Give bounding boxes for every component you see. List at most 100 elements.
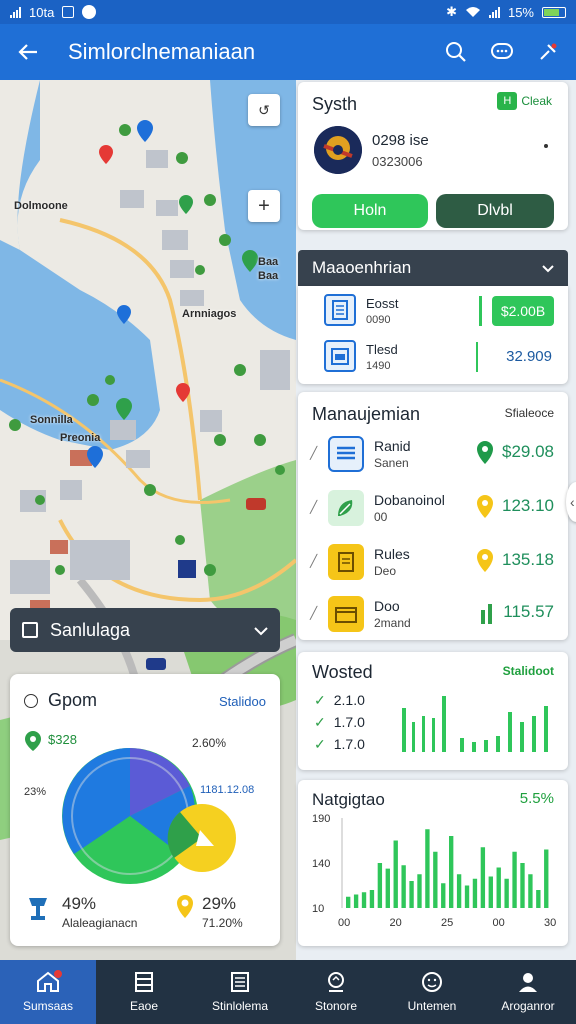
pie-card: Gpom Stalidoo $328 2.60% 23% 1181.12.08 …	[10, 674, 280, 946]
pie-card-link[interactable]: Stalidoo	[219, 694, 266, 709]
x-tick-label: 30	[544, 917, 556, 929]
more-dot[interactable]	[544, 144, 548, 148]
management-row-sub: 2mand	[374, 616, 411, 630]
management-row[interactable]: ╱ Rules Deo 135.18	[298, 536, 568, 588]
pie-label-left: 23%	[24, 786, 47, 798]
clipboard-icon	[328, 544, 364, 580]
bar	[536, 890, 541, 908]
list-doc-icon	[328, 436, 364, 472]
y-tick-label: 190	[312, 813, 330, 825]
bottom-nav-home[interactable]: Sumsaas	[0, 960, 96, 1024]
pie-footer-left-value: 49%	[62, 894, 97, 913]
primary-button[interactable]: Holn	[312, 194, 428, 228]
divider	[476, 342, 478, 372]
messenger-icon	[82, 5, 97, 19]
management-row-value: $29.08	[502, 442, 554, 461]
nav-chart-title: Natgigtao	[312, 790, 385, 809]
compass-button[interactable]: ↺	[248, 94, 280, 126]
wasted-title: Wosted	[312, 662, 373, 682]
wasted-row: ✓ 2.1.0	[314, 692, 365, 709]
bar	[401, 865, 406, 908]
bottom-nav-store[interactable]: Stonore	[288, 960, 384, 1024]
leaf-icon	[328, 490, 364, 526]
management-row-value: 135.18	[502, 550, 554, 569]
list-item[interactable]: Tlesd 1490 32.909	[298, 334, 568, 380]
bluetooth-icon: ✱	[446, 4, 457, 19]
y-tick-label: 10	[312, 903, 324, 915]
bar	[504, 878, 509, 908]
list-item[interactable]: Eosst 0090 $2.00B	[298, 288, 568, 334]
zoom-in-button[interactable]: +	[248, 190, 280, 222]
search-icon[interactable]	[444, 40, 468, 64]
battery-icon	[542, 6, 566, 18]
map-pin-icon	[476, 548, 494, 579]
calendar-icon	[324, 340, 356, 372]
summary-list: Eosst 0090 $2.00B Tlesd 1490 32.909	[298, 286, 568, 384]
pie-footer-right-label: 71.20%	[202, 916, 243, 930]
bottom-nav-list[interactable]: Eaoe	[96, 960, 192, 1024]
back-arrow-icon[interactable]	[16, 40, 40, 64]
check-icon: ✓	[314, 692, 326, 708]
wasted-row: ✓ 1.7.0	[314, 714, 365, 731]
badge-text: Cleak	[521, 94, 552, 108]
map-label: Preonia	[60, 432, 101, 444]
management-link[interactable]: Sfialeoce	[505, 406, 554, 420]
divider	[479, 296, 482, 326]
x-tick-label: 25	[441, 917, 453, 929]
section-header-dropdown[interactable]: Maaoenhrian	[298, 250, 568, 286]
bottom-nav-activity[interactable]: Untemen	[384, 960, 480, 1024]
signal-icon-2	[488, 6, 500, 18]
list-icon	[135, 972, 153, 992]
badge-box: H	[497, 92, 518, 110]
bar	[361, 892, 367, 908]
wasted-link[interactable]: Stalidoot	[503, 664, 554, 678]
x-tick-label: 00	[493, 917, 505, 929]
bar	[520, 863, 525, 908]
status-time: 10ta	[29, 4, 55, 20]
management-row[interactable]: ╱ Dobanoinol 00 123.10	[298, 482, 568, 534]
secondary-button[interactable]: Dlvbl	[436, 194, 554, 228]
bar	[433, 851, 438, 908]
chevron-icon: ╱	[310, 606, 318, 620]
management-title: Manaujemian	[312, 404, 421, 424]
screenshot-icon	[62, 6, 75, 18]
bar	[544, 849, 549, 908]
bottom-nav-profile[interactable]: Aroganror	[480, 960, 576, 1024]
bottom-nav-label: Untemen	[407, 999, 457, 1013]
wasted-value: 2.1.0	[333, 692, 365, 708]
pie-card-title: Gpom	[48, 690, 98, 710]
bar	[496, 867, 501, 908]
system-card: Systh H Cleak 0298 ise 0323006 Holn Dlvb…	[298, 82, 568, 230]
bar	[393, 840, 398, 908]
bottom-nav-label: Stonore	[314, 999, 358, 1013]
area-dropdown[interactable]: Sanlulaga	[10, 608, 280, 652]
list-item-sub: 0090	[366, 314, 391, 326]
avatar	[314, 126, 362, 174]
management-row[interactable]: ╱ Ranid Sanen $29.08	[298, 428, 568, 480]
chevron-down-icon	[542, 258, 554, 278]
pin-icon[interactable]	[536, 40, 560, 64]
signal-icon	[10, 6, 21, 18]
map-label: Arnniagos	[182, 308, 237, 320]
map-label: Baa	[258, 256, 279, 268]
management-row-title: Dobanoinol	[374, 492, 445, 508]
bar	[464, 885, 470, 908]
chat-icon[interactable]	[490, 40, 514, 64]
bar	[417, 874, 422, 908]
bar	[528, 874, 533, 908]
wasted-card: Wosted Stalidoot ✓ 2.1.0 ✓ 1.7.0 ✓ 1.7.0	[298, 652, 568, 770]
bar	[377, 863, 383, 908]
trophy-icon	[26, 894, 50, 929]
wifi-icon	[465, 7, 480, 17]
chevron-icon: ╱	[310, 554, 318, 568]
list-item-value: 32.909	[506, 348, 552, 365]
management-row[interactable]: ╱ Doo 2mand 115.57	[298, 588, 568, 640]
bottom-nav-documents[interactable]: Stinlolema	[192, 960, 288, 1024]
chevron-icon: ╱	[310, 500, 318, 514]
bar-icon	[480, 604, 494, 629]
bar-chart: 190 140 10 00 20 25 00 30	[312, 813, 556, 929]
management-row-title: Ranid	[374, 438, 411, 454]
location-pin-icon	[24, 730, 42, 757]
battery-percent: 15%	[507, 4, 534, 20]
bottom-nav-label: Sumsaas	[22, 999, 74, 1013]
